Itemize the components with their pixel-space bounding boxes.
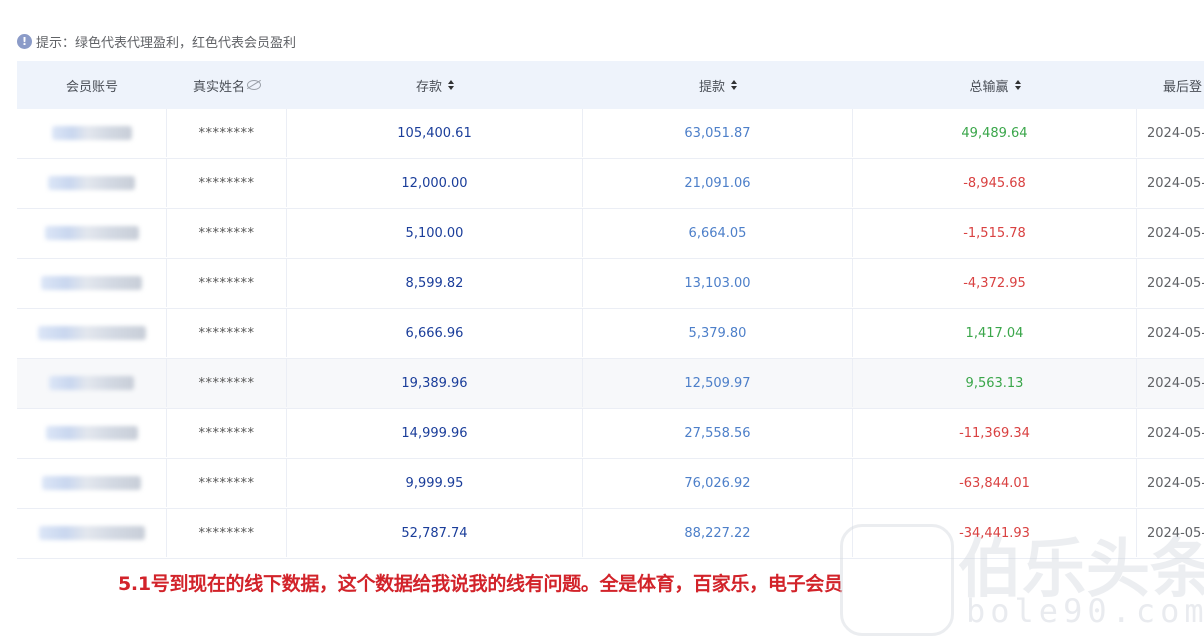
cell-real-name: ********	[167, 459, 287, 507]
cell-deposit: 14,999.96	[287, 409, 583, 457]
eye-slash-icon[interactable]	[247, 80, 261, 90]
cell-total-win-loss: 49,489.64	[853, 109, 1137, 157]
blurred-account	[51, 126, 132, 140]
table-row[interactable]: ******** 19,389.96 12,509.97 9,563.13 2024-0…	[17, 359, 1204, 409]
table-row[interactable]: ******** 12,000.00 21,091.06 -8,945.68 2024-…	[17, 159, 1204, 209]
table-row[interactable]: ******** 6,666.96 5,379.80 1,417.04 2024-05-	[17, 309, 1204, 359]
cell-deposit: 19,389.96	[287, 359, 583, 407]
header-withdrawal[interactable]: 提款	[583, 61, 853, 109]
cell-withdrawal: 88,227.22	[583, 509, 853, 557]
sort-icon[interactable]	[1014, 80, 1021, 90]
cell-account	[17, 409, 167, 457]
info-icon: !	[17, 33, 32, 49]
blurred-account	[37, 326, 146, 340]
cell-last-login: 2024-05-	[1147, 225, 1204, 241]
cell-withdrawal: 21,091.06	[583, 159, 853, 207]
cell-withdrawal: 12,509.97	[583, 359, 853, 407]
cell-last-login: 2024-05-	[1147, 125, 1204, 141]
cell-real-name: ********	[167, 309, 287, 357]
cell-account	[17, 159, 167, 207]
cell-total-win-loss: 1,417.04	[853, 309, 1137, 357]
header-deposit[interactable]: 存款	[287, 61, 583, 109]
cell-total-win-loss: 9,563.13	[853, 359, 1137, 407]
cell-last-login: 2024-05-	[1147, 175, 1204, 191]
cell-withdrawal: 27,558.56	[583, 409, 853, 457]
table-row[interactable]: ******** 14,999.96 27,558.56 -11,369.34 2024…	[17, 409, 1204, 459]
tip-bar: ! 提示：绿色代表代理盈利，红色代表会员盈利	[17, 31, 296, 51]
cell-deposit: 12,000.00	[287, 159, 583, 207]
blurred-account	[48, 176, 135, 190]
header-real-name: 真实姓名	[167, 61, 287, 109]
blurred-account	[38, 526, 145, 540]
blurred-account	[42, 476, 141, 490]
cell-deposit: 9,999.95	[287, 459, 583, 507]
table-body: ******** 105,400.61 63,051.87 49,489.64 2024…	[17, 109, 1204, 559]
cell-last-login: 2024-05-	[1147, 425, 1204, 441]
cell-deposit: 8,599.82	[287, 259, 583, 307]
cell-last-login: 2024-05-	[1147, 275, 1204, 291]
cell-account	[17, 509, 167, 557]
table-row[interactable]: ******** 52,787.74 88,227.22 -34,441.93 2024…	[17, 509, 1204, 559]
cell-withdrawal: 76,026.92	[583, 459, 853, 507]
table-row[interactable]: ******** 8,599.82 13,103.00 -4,372.95 2024-0…	[17, 259, 1204, 309]
cell-deposit: 105,400.61	[287, 109, 583, 157]
cell-real-name: ********	[167, 109, 287, 157]
table-row[interactable]: ******** 5,100.00 6,664.05 -1,515.78 2024-05…	[17, 209, 1204, 259]
cell-total-win-loss: -11,369.34	[853, 409, 1137, 457]
table-row[interactable]: ******** 105,400.61 63,051.87 49,489.64 2024…	[17, 109, 1204, 159]
cell-account	[17, 359, 167, 407]
cell-account	[17, 109, 167, 157]
blurred-account	[41, 276, 142, 290]
watermark-subtext: bole90.com	[966, 592, 1204, 630]
cell-real-name: ********	[167, 209, 287, 257]
cell-withdrawal: 5,379.80	[583, 309, 853, 357]
table-row[interactable]: ******** 9,999.95 76,026.92 -63,844.01 2024-…	[17, 459, 1204, 509]
cell-total-win-loss: -4,372.95	[853, 259, 1137, 307]
cell-withdrawal: 63,051.87	[583, 109, 853, 157]
cell-real-name: ********	[167, 359, 287, 407]
blurred-account	[45, 426, 138, 440]
blurred-account	[49, 376, 134, 390]
cell-account	[17, 309, 167, 357]
cell-real-name: ********	[167, 409, 287, 457]
cell-deposit: 6,666.96	[287, 309, 583, 357]
cell-deposit: 5,100.00	[287, 209, 583, 257]
cell-total-win-loss: -63,844.01	[853, 459, 1137, 507]
cell-last-login: 2024-05-	[1147, 475, 1204, 491]
table-header: 会员账号 真实姓名 存款 提款 总输赢 最后登	[17, 61, 1204, 109]
tip-text: 提示：绿色代表代理盈利，红色代表会员盈利	[36, 35, 297, 51]
cell-real-name: ********	[167, 509, 287, 557]
cell-deposit: 52,787.74	[287, 509, 583, 557]
blurred-account	[44, 226, 139, 240]
cell-total-win-loss: -1,515.78	[853, 209, 1137, 257]
cell-account	[17, 459, 167, 507]
cell-last-login: 2024-05-	[1147, 525, 1204, 541]
cell-real-name: ********	[167, 259, 287, 307]
caption-text: 5.1号到现在的线下数据，这个数据给我说我的线有问题。全是体育，百家乐，电子会员	[118, 573, 843, 595]
cell-account	[17, 259, 167, 307]
cell-withdrawal: 6,664.05	[583, 209, 853, 257]
cell-real-name: ********	[167, 159, 287, 207]
header-total-win-loss[interactable]: 总输赢	[853, 61, 1137, 109]
cell-last-login: 2024-05-	[1147, 325, 1204, 341]
cell-last-login: 2024-05-	[1147, 375, 1204, 391]
header-account: 会员账号	[65, 79, 118, 95]
sort-icon[interactable]	[448, 80, 454, 90]
header-last-login: 最后登	[1163, 79, 1203, 95]
cell-total-win-loss: -8,945.68	[853, 159, 1137, 207]
sort-icon[interactable]	[731, 80, 737, 90]
cell-total-win-loss: -34,441.93	[853, 509, 1137, 557]
cell-withdrawal: 13,103.00	[583, 259, 853, 307]
cell-account	[17, 209, 167, 257]
member-table: 会员账号 真实姓名 存款 提款 总输赢 最后登 ******** 105,400.…	[17, 61, 1204, 559]
